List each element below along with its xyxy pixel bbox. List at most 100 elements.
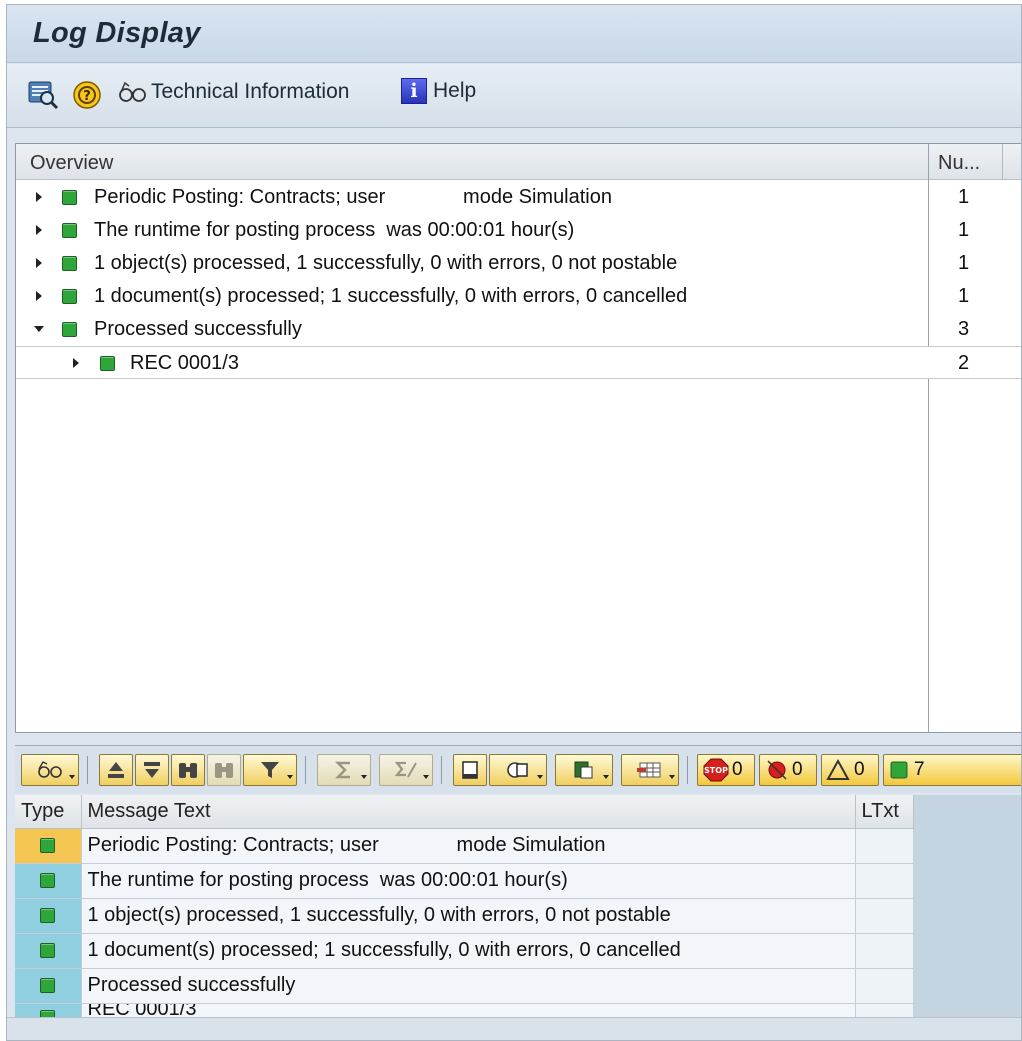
tree-node-count: 1 <box>958 285 970 307</box>
table-row[interactable]: Processed successfully <box>15 968 914 1004</box>
column-header-message-text[interactable]: Message Text <box>81 795 856 829</box>
tree-node[interactable]: The runtime for posting process was 00:0… <box>16 214 1021 247</box>
long-text-cell[interactable] <box>855 968 914 1004</box>
success-status-icon <box>40 908 56 924</box>
glasses-icon <box>119 81 146 102</box>
tree-node-count: 2 <box>958 352 970 374</box>
export-icon <box>574 761 593 779</box>
success-icon <box>890 761 908 779</box>
title-bar: Log Display <box>7 5 1021 63</box>
success-status-icon <box>62 190 77 205</box>
technical-information-button[interactable]: Technical Information <box>117 78 349 106</box>
table-row[interactable]: 1 document(s) processed; 1 successfully,… <box>15 933 914 969</box>
tree-node-count: 1 <box>958 219 970 241</box>
toolbar-separator <box>687 756 688 784</box>
table-row[interactable]: REC 0001/3 <box>15 1003 914 1017</box>
details-button[interactable] <box>21 754 79 786</box>
sort-ascending-icon <box>108 762 124 778</box>
tree-node[interactable]: 1 object(s) processed, 1 successfully, 0… <box>16 247 1021 280</box>
table-row[interactable]: The runtime for posting process was 00:0… <box>15 863 914 899</box>
layout-button[interactable] <box>621 754 679 786</box>
tree-node[interactable]: Processed successfully 3 <box>16 313 1021 346</box>
type-cell[interactable] <box>15 898 82 934</box>
success-message-filter-button[interactable]: 7 <box>883 754 1021 786</box>
find-detail-button[interactable] <box>27 78 61 112</box>
find-next-button[interactable] <box>207 754 241 786</box>
glasses-icon <box>38 761 62 778</box>
sum-icon <box>334 761 350 779</box>
type-cell[interactable] <box>15 828 82 864</box>
total-button[interactable] <box>317 754 371 786</box>
overview-tree: Overview Nu... Periodic Posting: Contrac… <box>15 143 1021 733</box>
long-text-cell[interactable] <box>855 1003 914 1017</box>
subtotal-button[interactable] <box>379 754 433 786</box>
column-header-long-text[interactable]: LTxt <box>855 795 914 829</box>
tree-node-text: REC 0001/3 <box>130 352 239 374</box>
type-cell[interactable] <box>15 863 82 899</box>
sort-descending-button[interactable] <box>135 754 169 786</box>
type-cell[interactable] <box>15 1003 82 1017</box>
message-text-cell[interactable]: 1 object(s) processed, 1 successfully, 0… <box>81 898 856 934</box>
log-display-window: Log Display ? Technical Information i He… <box>6 4 1022 1041</box>
quick-info-button[interactable]: ? <box>71 78 105 112</box>
print-preview-button[interactable] <box>453 754 487 786</box>
expand-arrow-icon[interactable] <box>36 225 42 235</box>
success-status-icon <box>40 978 56 994</box>
sort-ascending-button[interactable] <box>99 754 133 786</box>
column-header-number[interactable]: Nu... <box>938 152 980 175</box>
expand-arrow-icon[interactable] <box>73 358 79 368</box>
success-count: 7 <box>914 759 925 780</box>
column-header-type[interactable]: Type <box>15 795 82 829</box>
subtotal-icon <box>394 761 417 778</box>
stop-message-filter-button[interactable]: STOP 0 <box>697 754 755 786</box>
message-text-cell[interactable]: The runtime for posting process was 00:0… <box>81 863 856 899</box>
collapse-arrow-icon[interactable] <box>34 326 44 332</box>
type-cell[interactable] <box>15 933 82 969</box>
tree-node[interactable]: 1 document(s) processed; 1 successfully,… <box>16 280 1021 313</box>
success-status-icon <box>40 838 56 854</box>
find-button[interactable] <box>171 754 205 786</box>
tree-node[interactable]: Periodic Posting: Contracts; user mode S… <box>16 181 1021 214</box>
tree-node-count: 1 <box>958 186 970 208</box>
warning-message-filter-button[interactable]: 0 <box>821 754 879 786</box>
help-button[interactable]: i Help <box>401 78 476 104</box>
long-text-cell[interactable] <box>855 933 914 969</box>
success-status-icon <box>100 356 115 371</box>
toolbar-separator <box>305 756 306 784</box>
svg-text:STOP: STOP <box>704 766 728 775</box>
table-row[interactable]: 1 object(s) processed, 1 successfully, 0… <box>15 898 914 934</box>
stop-icon: STOP <box>703 758 729 782</box>
long-text-cell[interactable] <box>855 828 914 864</box>
expand-arrow-icon[interactable] <box>36 258 42 268</box>
error-message-filter-button[interactable]: 0 <box>759 754 817 786</box>
tree-node-selected[interactable]: REC 0001/3 2 <box>16 346 1021 379</box>
message-text-cell[interactable]: Processed successfully <box>81 968 856 1004</box>
table-row[interactable]: Periodic Posting: Contracts; user mode S… <box>15 828 914 864</box>
message-text-cell[interactable]: Periodic Posting: Contracts; user mode S… <box>81 828 856 864</box>
warning-icon <box>826 758 850 780</box>
sort-descending-icon <box>144 762 160 778</box>
dropdown-arrow-icon <box>361 775 367 779</box>
message-text-cell[interactable]: 1 document(s) processed; 1 successfully,… <box>81 933 856 969</box>
tree-node-text: The runtime for posting process was 00:0… <box>94 219 575 241</box>
long-text-cell[interactable] <box>855 898 914 934</box>
type-cell[interactable] <box>15 968 82 1004</box>
success-status-icon <box>62 256 77 271</box>
filter-button[interactable] <box>243 754 297 786</box>
message-text-cell[interactable]: REC 0001/3 <box>81 1003 856 1017</box>
success-status-icon <box>40 873 56 889</box>
help-label: Help <box>433 79 477 102</box>
export-button[interactable] <box>555 754 613 786</box>
views-button[interactable] <box>489 754 547 786</box>
tree-node-text: Periodic Posting: Contracts; user mode S… <box>94 186 612 208</box>
long-text-cell[interactable] <box>855 863 914 899</box>
expand-arrow-icon[interactable] <box>36 192 42 202</box>
column-header-overview[interactable]: Overview <box>30 152 113 175</box>
expand-arrow-icon[interactable] <box>36 291 42 301</box>
tree-node-count: 3 <box>958 318 970 340</box>
alv-toolbar: STOP 0 0 0 7 <box>15 745 1021 793</box>
page-title: Log Display <box>33 17 201 49</box>
error-icon <box>767 760 787 780</box>
success-status-icon <box>62 223 77 238</box>
tree-node-text: Processed successfully <box>94 318 302 340</box>
